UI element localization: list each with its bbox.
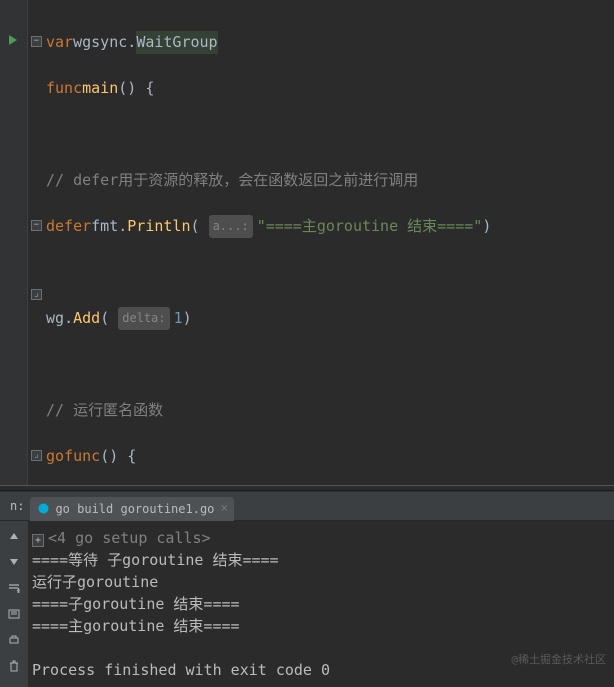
keyword-go: go [46, 445, 64, 468]
console-tab[interactable]: go build goroutine1.go × [30, 497, 234, 521]
fold-column: − − ⌟ ⌟ [28, 0, 46, 485]
folded-setup: <4 go setup calls> [48, 529, 211, 547]
console-header: n: go build goroutine1.go × [0, 492, 614, 521]
code-content[interactable]: var wg sync.WaitGroup func main() { // d… [46, 0, 614, 485]
func-println1: Println [127, 215, 190, 238]
fold-end-main[interactable]: ⌟ [31, 450, 42, 461]
hint1: a...: [209, 215, 253, 238]
punct-anon-open: () { [100, 445, 136, 468]
ident-fmt1: fmt [91, 215, 118, 238]
down-arrow-icon[interactable] [3, 551, 25, 573]
up-arrow-icon[interactable] [3, 525, 25, 547]
punct-main-open: () { [118, 77, 154, 100]
output-line-5: ====主goroutine 结束==== [32, 615, 610, 637]
print-icon[interactable] [3, 629, 25, 651]
fold-marker-anon[interactable]: − [31, 220, 42, 231]
scroll-icon[interactable] [3, 603, 25, 625]
wrap-icon[interactable] [3, 577, 25, 599]
comment-anon: // 运行匿名函数 [46, 399, 163, 422]
type-waitgroup: WaitGroup [136, 31, 217, 54]
tab-label: go build goroutine1.go [55, 502, 214, 516]
fold-end-anon[interactable]: ⌟ [31, 289, 42, 300]
hint-delta: delta: [118, 307, 169, 330]
str-main-end: "====主goroutine 结束====" [257, 215, 483, 238]
header-label: n: [4, 499, 30, 513]
console-toolbar [0, 521, 28, 687]
output-line-2: ====等待 子goroutine 结束==== [32, 549, 610, 571]
ident-wg1: wg [46, 307, 64, 330]
output-line-3: 运行子goroutine [32, 571, 610, 593]
keyword-defer: defer [46, 215, 91, 238]
keyword-func: func [46, 77, 82, 100]
watermark: @稀土掘金技术社区 [511, 649, 606, 671]
ident-wg: wg [73, 31, 91, 54]
func-main: main [82, 77, 118, 100]
editor-gutter [0, 0, 28, 485]
console-output[interactable]: + <4 go setup calls> ====等待 子goroutine 结束… [28, 521, 614, 687]
console-panel: n: go build goroutine1.go × + <4 go setup… [0, 491, 614, 687]
go-icon [36, 502, 50, 516]
run-icon[interactable] [6, 33, 20, 47]
code-editor[interactable]: − − ⌟ ⌟ var wg sync.WaitGroup func main(… [0, 0, 614, 485]
keyword-var: var [46, 31, 73, 54]
num-1: 1 [174, 307, 183, 330]
keyword-func2: func [64, 445, 100, 468]
comment-defer: // defer用于资源的释放，会在函数返回之前进行调用 [46, 169, 418, 192]
trash-icon[interactable] [3, 655, 25, 677]
func-add: Add [73, 307, 100, 330]
ident-sync: sync [91, 31, 127, 54]
fold-marker-main[interactable]: − [31, 36, 42, 47]
fold-output-icon[interactable]: + [32, 534, 44, 547]
output-line-4: ====子goroutine 结束==== [32, 593, 610, 615]
close-icon[interactable]: × [220, 501, 228, 516]
